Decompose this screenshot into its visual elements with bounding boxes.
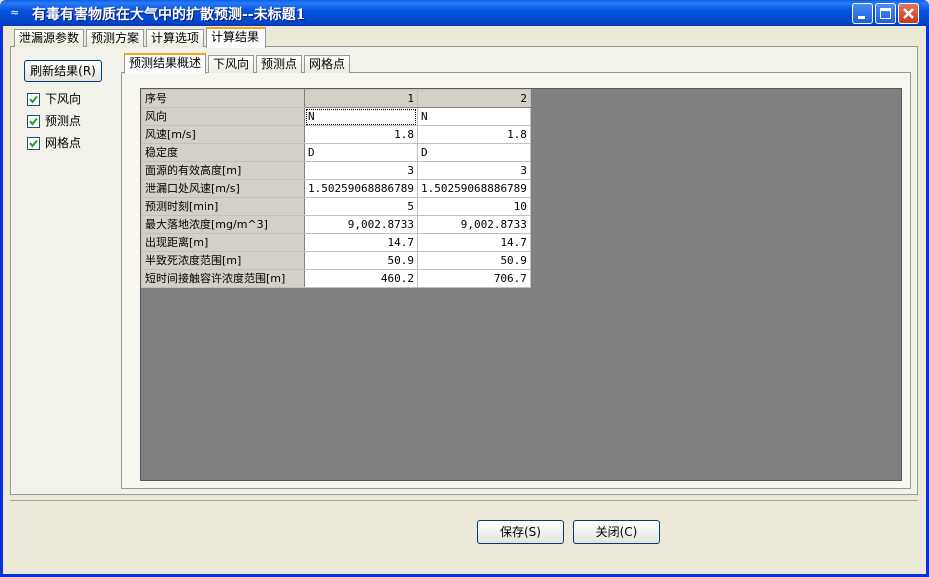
- table-cell[interactable]: 10: [416, 197, 531, 216]
- maximize-button[interactable]: [875, 3, 896, 24]
- table-cell[interactable]: 9,002.8733: [304, 215, 418, 234]
- tab-summary[interactable]: 预测结果概述: [124, 53, 206, 74]
- table-cell[interactable]: D: [304, 143, 418, 162]
- grid-header-label: 序号: [141, 89, 305, 108]
- title-bar[interactable]: ≈ 有毒有害物质在大气中的扩散预测--未标题1: [0, 0, 929, 26]
- table-cell[interactable]: 706.7: [416, 269, 531, 288]
- checkbox-prediction-point-label: 预测点: [45, 114, 82, 128]
- footer-divider: [10, 500, 918, 501]
- minimize-button[interactable]: [852, 3, 873, 24]
- row-label: 最大落地浓度[mg/m^3]: [141, 215, 305, 234]
- table-row: 风速[m/s] 1.8 1.8: [141, 125, 531, 144]
- grid-header-row: 序号 1 2: [141, 89, 531, 108]
- checkbox-grid-point-label: 网格点: [45, 136, 82, 150]
- table-cell[interactable]: 1.50259068886789: [304, 179, 418, 198]
- minimize-icon: [858, 16, 865, 19]
- checkmark-icon: [29, 95, 38, 104]
- table-cell[interactable]: 50.9: [416, 251, 531, 270]
- close-window-button[interactable]: [898, 3, 919, 24]
- grid-column-header[interactable]: 1: [304, 89, 418, 108]
- tab-grid-points[interactable]: 网格点: [304, 55, 350, 73]
- table-row: 泄漏口处风速[m/s] 1.50259068886789 1.502590688…: [141, 179, 531, 198]
- row-label: 风速[m/s]: [141, 125, 305, 144]
- checkmark-icon: [29, 139, 38, 148]
- table-cell[interactable]: 460.2: [304, 269, 418, 288]
- row-label: 预测时刻[min]: [141, 197, 305, 216]
- save-button[interactable]: 保存(S): [477, 520, 564, 544]
- window-title: 有毒有害物质在大气中的扩散预测--未标题1: [32, 7, 306, 23]
- tab-prediction-points[interactable]: 预测点: [256, 55, 302, 73]
- table-row: 最大落地浓度[mg/m^3] 9,002.8733 9,002.8733: [141, 215, 531, 234]
- table-cell[interactable]: 9,002.8733: [416, 215, 531, 234]
- table-row: 出现距离[m] 14.7 14.7: [141, 233, 531, 252]
- row-label: 半致死浓度范围[m]: [141, 251, 305, 270]
- close-icon: [903, 8, 914, 19]
- tab-prediction-plan[interactable]: 预测方案: [86, 29, 144, 47]
- app-icon: ≈: [10, 6, 20, 19]
- table-cell[interactable]: 5: [304, 197, 418, 216]
- tab-calc-results[interactable]: 计算结果: [206, 27, 266, 48]
- table-cell[interactable]: N: [304, 107, 418, 126]
- table-row: 面源的有效高度[m] 3 3: [141, 161, 531, 180]
- table-cell[interactable]: 1.8: [304, 125, 418, 144]
- table-cell[interactable]: N: [416, 107, 531, 126]
- table-row: 风向 N N: [141, 107, 531, 126]
- row-label: 风向: [141, 107, 305, 126]
- results-grid[interactable]: 序号 1 2 风向 N N 风速[m/s] 1.8 1.8 稳定度 D D 面源…: [141, 89, 531, 288]
- table-cell[interactable]: 14.7: [304, 233, 418, 252]
- row-label: 短时间接触容许浓度范围[m]: [141, 269, 305, 288]
- tab-leak-source[interactable]: 泄漏源参数: [14, 29, 84, 47]
- table-cell[interactable]: D: [416, 143, 531, 162]
- table-cell[interactable]: 3: [304, 161, 418, 180]
- table-cell[interactable]: 1.50259068886789: [416, 179, 531, 198]
- table-cell[interactable]: 14.7: [416, 233, 531, 252]
- table-cell[interactable]: 3: [416, 161, 531, 180]
- checkbox-downwind-box[interactable]: [27, 93, 40, 106]
- table-cell[interactable]: 1.8: [416, 125, 531, 144]
- tab-calc-options[interactable]: 计算选项: [146, 29, 204, 47]
- checkbox-grid-point-box[interactable]: [27, 137, 40, 150]
- row-label: 出现距离[m]: [141, 233, 305, 252]
- checkbox-downwind-label: 下风向: [45, 92, 82, 106]
- grid-column-header[interactable]: 2: [416, 89, 531, 108]
- table-row: 稳定度 D D: [141, 143, 531, 162]
- table-row: 短时间接触容许浓度范围[m] 460.2 706.7: [141, 269, 531, 288]
- table-row: 半致死浓度范围[m] 50.9 50.9: [141, 251, 531, 270]
- table-cell[interactable]: 50.9: [304, 251, 418, 270]
- row-label: 面源的有效高度[m]: [141, 161, 305, 180]
- checkbox-prediction-point-box[interactable]: [27, 115, 40, 128]
- checkmark-icon: [29, 117, 38, 126]
- refresh-results-button[interactable]: 刷新结果(R): [24, 60, 102, 82]
- row-label: 泄漏口处风速[m/s]: [141, 179, 305, 198]
- row-label: 稳定度: [141, 143, 305, 162]
- tab-downwind[interactable]: 下风向: [208, 55, 254, 73]
- table-row: 预测时刻[min] 5 10: [141, 197, 531, 216]
- close-button[interactable]: 关闭(C): [573, 520, 660, 544]
- maximize-icon: [880, 8, 891, 19]
